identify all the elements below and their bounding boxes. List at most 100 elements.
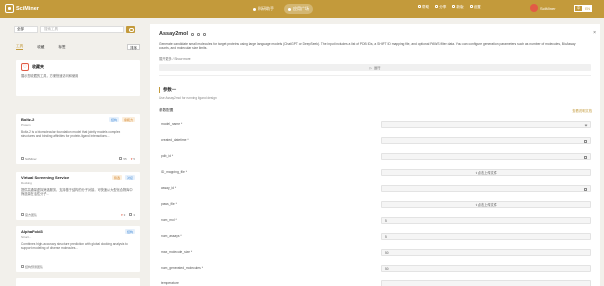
created-datetime-picker[interactable] (381, 137, 591, 144)
close-icon[interactable]: × (593, 30, 596, 36)
run-label: 运行 (374, 66, 381, 70)
card-title: AlphaFold3 (21, 229, 43, 234)
form-row-max-molecule-size: max_molecule_size * 50 (161, 249, 591, 257)
tool-card[interactable] (16, 278, 140, 286)
like-value: 55 (123, 157, 127, 161)
assay-id-select[interactable] (381, 185, 591, 192)
card-subtitle: Protein (21, 123, 31, 127)
card-desc: 提供高通量虚拟筛选服务，支持基于结构的分子对接，可快速从大型化合物库中筛选潜在活… (21, 188, 133, 197)
paws-file-upload[interactable]: ⇪ 点击上传文件 (381, 201, 591, 208)
search-button[interactable] (126, 26, 135, 33)
form-row-num-mol: num_mol * 5 (161, 217, 591, 225)
tool-sidebar: 全部 搜索工具 工具 收藏 标签 排序 ♡ 收藏夹 展示您收藏的工具，方便快速访… (12, 18, 142, 286)
sort-button[interactable]: 排序 (127, 44, 140, 50)
tag-badge: 筛选 (111, 175, 122, 180)
user-name: SciMiner (540, 5, 556, 11)
card-author: 官方团队 (25, 213, 38, 217)
assistant-icon (253, 7, 256, 11)
fav-count[interactable]: 3 (129, 213, 135, 217)
num-assays-input[interactable]: 5 (381, 233, 591, 240)
link-label: 设置 (473, 5, 481, 9)
card-subtitle: Struct... (21, 235, 32, 239)
tool-card[interactable]: Boltz-2 Protein 结构 亲和力 Boltz-2 is a biom… (16, 114, 140, 164)
form-row-num-assays: num_assays * 5 (161, 233, 591, 241)
new-version-link[interactable]: 新版 (452, 5, 464, 10)
share-link[interactable]: 分享 (435, 5, 446, 10)
like-count[interactable]: ♥ 3 (121, 213, 125, 217)
category-select[interactable]: 全部 (14, 26, 38, 33)
tag-badge: 结构 (124, 229, 135, 234)
search-input[interactable]: 搜索工具 (40, 26, 124, 33)
card-desc: Combines high-accuracy structure predict… (21, 242, 128, 251)
tab-favorites[interactable]: 收藏 (37, 45, 44, 50)
form-row-assay-id: assay_id * (161, 185, 591, 193)
favorites-card[interactable]: ♡ 收藏夹 展示您收藏的工具，方便快速访问和使用 (16, 60, 140, 96)
settings-link[interactable]: 设置 (469, 5, 481, 10)
new-icon (452, 5, 456, 8)
model-name-select[interactable] (381, 121, 591, 128)
tool-card[interactable]: Virtual Screening Service Docking 筛选 对接 … (16, 172, 140, 220)
card-desc: Boltz-2 is a biomolecular foundation mod… (21, 130, 121, 139)
avatar (530, 4, 538, 12)
share-icon[interactable] (197, 32, 201, 36)
like-value: 3 (123, 213, 126, 217)
star-icon (129, 213, 133, 216)
show-more-link[interactable]: 展开更多 / Show more (159, 56, 191, 61)
params-label: 参数配置 (159, 108, 174, 112)
heart-icon: ♥ (121, 213, 123, 217)
play-icon: ▷ (369, 65, 373, 70)
search-row: 全部 搜索工具 (14, 26, 140, 33)
run-button[interactable]: ▷ 运行 (159, 64, 591, 71)
form-row-num-generated: num_generated_molecules * 50 (161, 265, 591, 273)
top-links: 帮助 分享 新版 设置 (418, 5, 481, 10)
fav-count[interactable]: ♥ 5 (131, 157, 135, 161)
tool-detail-panel: Assay2mol × Generate candidate small mol… (150, 24, 600, 286)
language-switch: 中 EN (574, 5, 592, 12)
num-generated-input[interactable]: 50 (381, 265, 591, 272)
num-mol-input[interactable]: 5 (381, 217, 591, 224)
nav-label: 应用广场 (293, 6, 309, 11)
field-label: num_generated_molecules * (161, 266, 203, 270)
heart-icon: ♡ (21, 63, 29, 71)
link-label: 分享 (439, 5, 447, 9)
field-label: created_datetime * (161, 138, 189, 142)
nav-item-app-plaza[interactable]: 应用广场 (284, 4, 313, 14)
pdb-id-select[interactable] (381, 153, 591, 160)
temperature-input[interactable] (381, 280, 591, 286)
help-doc-link[interactable]: 查看说明文档 (572, 108, 592, 113)
chevron-down-icon (584, 123, 588, 127)
author-icon (21, 213, 24, 216)
field-label: temperature (161, 281, 179, 285)
link-label: 帮助 (422, 5, 430, 9)
like-count[interactable]: 55 (119, 157, 127, 161)
fav-value: 5 (133, 157, 135, 161)
help-link[interactable]: 帮助 (418, 5, 429, 10)
info-icon[interactable] (203, 32, 207, 36)
field-label: assay_id * (161, 186, 177, 190)
tab-tools[interactable]: 工具 (16, 44, 24, 50)
nav-label: 科研助手 (258, 6, 274, 11)
tab-tags[interactable]: 标签 (58, 45, 65, 50)
field-label: num_mol * (161, 218, 177, 222)
user-menu[interactable]: SciMiner (530, 4, 556, 12)
author-icon (21, 157, 24, 160)
card-title: 收藏夹 (32, 64, 44, 69)
max-molecule-size-input[interactable]: 50 (381, 249, 591, 256)
section-subtitle: Use Assay2mol for running ligand design (159, 96, 217, 100)
grid-icon (288, 7, 291, 11)
page-title: Assay2mol (159, 31, 207, 37)
nav-item-assistant[interactable]: 科研助手 (249, 4, 278, 14)
form-row-paws-file: paws_file * ⇪ 点击上传文件 (161, 201, 591, 209)
form-row-model-name: model_name * (161, 121, 591, 129)
upload-label: 点击上传文件 (477, 171, 497, 175)
star-icon[interactable] (191, 32, 195, 36)
field-label: pdb_id * (161, 154, 174, 158)
form-row-pdb-id: pdb_id * (161, 153, 591, 161)
main-nav: 科研助手 应用广场 (249, 4, 313, 14)
lang-en-button[interactable]: EN (583, 5, 592, 12)
id-mapping-upload[interactable]: ⇪ 点击上传文件 (381, 169, 591, 176)
card-author: SciMiner (25, 157, 37, 161)
lang-zh-button[interactable]: 中 (574, 5, 583, 12)
app-logo[interactable]: SciMiner (5, 4, 39, 13)
tool-card[interactable]: AlphaFold3 Struct... 结构 Combines high-ac… (16, 226, 140, 272)
